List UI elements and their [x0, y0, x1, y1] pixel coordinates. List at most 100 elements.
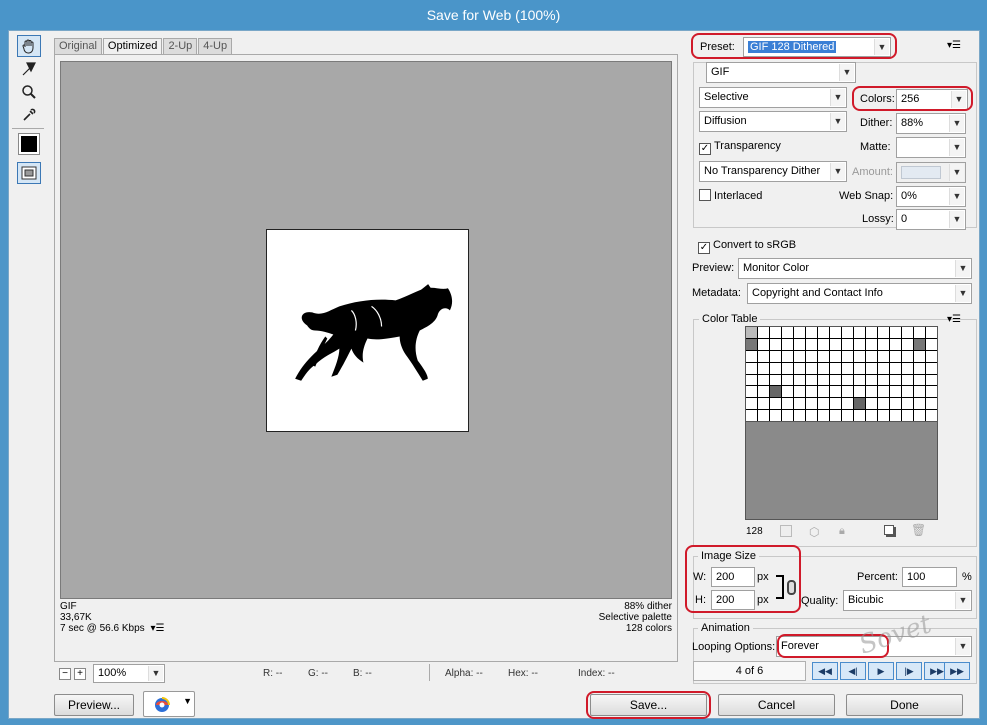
color-swatch[interactable] [830, 338, 841, 350]
color-swatch[interactable] [890, 374, 901, 386]
color-swatch[interactable] [746, 338, 757, 350]
color-swatch[interactable] [902, 374, 913, 386]
dither-algorithm-select[interactable]: Diffusion ▼ [699, 111, 847, 132]
color-swatch[interactable] [770, 374, 781, 386]
color-table-grid[interactable] [745, 326, 938, 422]
color-swatch[interactable] [794, 374, 805, 386]
color-swatch[interactable] [746, 350, 757, 362]
done-button[interactable]: Done [846, 694, 963, 716]
color-swatch[interactable] [770, 398, 781, 410]
dither-amount-field[interactable]: 88% ▼ [896, 113, 966, 134]
color-table-menu-button[interactable]: ▾☰ [947, 314, 961, 325]
color-swatch[interactable] [842, 338, 853, 350]
color-swatch[interactable] [806, 410, 817, 421]
quality-select[interactable]: Bicubic ▼ [843, 590, 972, 611]
tab-original[interactable]: Original [54, 38, 102, 54]
color-swatch[interactable] [818, 374, 829, 386]
color-swatch[interactable] [830, 327, 841, 338]
download-menu-icon[interactable]: ▾☰ [150, 623, 164, 634]
browser-select[interactable]: ▼ [143, 691, 195, 717]
color-swatch[interactable] [770, 338, 781, 350]
color-swatch[interactable] [914, 374, 925, 386]
color-swatch[interactable] [830, 410, 841, 421]
color-swatch[interactable] [770, 386, 781, 398]
color-swatch[interactable] [926, 338, 937, 350]
color-swatch[interactable] [902, 327, 913, 338]
color-swatch[interactable] [818, 350, 829, 362]
color-swatch[interactable] [758, 374, 769, 386]
color-swatch[interactable] [746, 398, 757, 410]
color-swatch[interactable] [854, 362, 865, 374]
preview-in-browser-button[interactable]: Preview... [54, 694, 134, 716]
cancel-button[interactable]: Cancel [718, 694, 835, 716]
color-swatch[interactable] [758, 362, 769, 374]
color-swatch[interactable] [878, 374, 889, 386]
color-swatch[interactable] [782, 398, 793, 410]
color-swatch[interactable] [866, 374, 877, 386]
color-swatch[interactable] [914, 338, 925, 350]
zoom-in-button[interactable]: + [74, 668, 86, 680]
color-swatch[interactable] [866, 362, 877, 374]
color-swatch[interactable] [770, 350, 781, 362]
convert-srgb-checkbox[interactable]: ✓ Convert to sRGB [698, 239, 796, 254]
color-swatch[interactable] [806, 398, 817, 410]
color-swatch[interactable] [758, 386, 769, 398]
color-swatch[interactable] [746, 374, 757, 386]
map-to-transparent-icon[interactable] [780, 525, 792, 537]
color-swatch[interactable] [902, 362, 913, 374]
color-swatch[interactable] [806, 374, 817, 386]
matte-select[interactable]: ▼ [896, 137, 966, 158]
color-swatch[interactable] [878, 327, 889, 338]
color-swatch[interactable] [746, 362, 757, 374]
preview-color-select[interactable]: Monitor Color ▼ [738, 258, 972, 279]
color-swatch[interactable] [782, 362, 793, 374]
tab-4-up[interactable]: 4-Up [198, 38, 233, 54]
color-swatch[interactable] [842, 410, 853, 421]
color-swatch[interactable] [758, 410, 769, 421]
color-swatch[interactable] [926, 386, 937, 398]
trash-icon[interactable]: 🗑︎ [911, 523, 926, 537]
color-swatch[interactable] [830, 398, 841, 410]
color-swatch[interactable] [770, 327, 781, 338]
hand-tool-button[interactable] [17, 35, 41, 57]
color-swatch[interactable] [914, 410, 925, 421]
color-swatch[interactable] [866, 398, 877, 410]
zoom-tool-button[interactable] [17, 81, 41, 103]
color-swatch[interactable] [902, 410, 913, 421]
color-swatch[interactable] [902, 398, 913, 410]
tab-2-up[interactable]: 2-Up [163, 38, 198, 54]
color-swatch[interactable] [914, 350, 925, 362]
color-swatch[interactable] [794, 386, 805, 398]
color-swatch[interactable] [794, 327, 805, 338]
new-color-icon[interactable] [884, 525, 894, 535]
color-swatch[interactable] [902, 350, 913, 362]
color-swatch[interactable] [782, 386, 793, 398]
toggle-slices-visibility-button[interactable] [17, 162, 41, 184]
color-swatch[interactable] [890, 362, 901, 374]
color-swatch[interactable] [854, 386, 865, 398]
transparency-checkbox[interactable]: ✓ Transparency [699, 140, 781, 155]
color-swatch[interactable] [926, 327, 937, 338]
color-swatch[interactable] [890, 327, 901, 338]
web-shift-cube-icon[interactable]: ⬡ [809, 525, 819, 539]
color-swatch[interactable] [818, 338, 829, 350]
color-swatch[interactable] [758, 338, 769, 350]
color-reduction-select[interactable]: Selective ▼ [699, 87, 847, 108]
interlaced-checkbox[interactable]: Interlaced [699, 189, 762, 202]
color-swatch[interactable] [890, 398, 901, 410]
color-swatch[interactable] [926, 362, 937, 374]
color-swatch[interactable] [866, 327, 877, 338]
color-swatch[interactable] [854, 327, 865, 338]
color-swatch[interactable] [842, 327, 853, 338]
first-frame-button[interactable]: ◀◀ [812, 662, 838, 680]
metadata-select[interactable]: Copyright and Contact Info ▼ [747, 283, 972, 304]
slice-select-tool-button[interactable] [17, 58, 41, 80]
color-swatch[interactable] [758, 398, 769, 410]
color-swatch[interactable] [866, 386, 877, 398]
color-swatch[interactable] [806, 338, 817, 350]
color-swatch[interactable] [818, 398, 829, 410]
color-swatch[interactable] [878, 398, 889, 410]
color-swatch[interactable] [770, 362, 781, 374]
color-swatch[interactable] [890, 386, 901, 398]
color-swatch[interactable] [782, 410, 793, 421]
